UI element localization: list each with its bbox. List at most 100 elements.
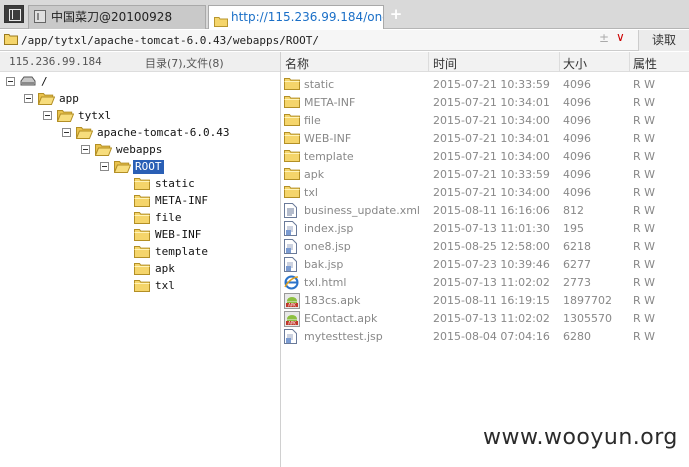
file-name: txl (304, 186, 318, 199)
plus-minus-icon[interactable]: ± (599, 31, 609, 45)
file-name: one8.jsp (304, 240, 351, 253)
file-size: 4096 (563, 96, 591, 109)
file-row[interactable]: WEB-INF 2015-07-21 10:34:01 4096 R W (281, 129, 689, 147)
collapse-toggle[interactable] (6, 77, 15, 86)
file-time: 2015-07-13 11:01:30 (433, 222, 550, 235)
file-attr: R W (633, 78, 656, 91)
tree-node[interactable]: app (24, 91, 275, 108)
file-attr: R W (633, 294, 656, 307)
file-attr: R W (633, 114, 656, 127)
window-icon (34, 10, 46, 23)
app-menu-button[interactable] (4, 5, 24, 23)
file-row[interactable]: static 2015-07-21 10:33:59 4096 R W (281, 75, 689, 93)
chevron-down-icon[interactable]: ∨ (616, 30, 625, 44)
tree-node-label: META-INF (155, 194, 208, 207)
file-attr: R W (633, 240, 656, 253)
file-size: 4096 (563, 186, 591, 199)
file-name: META-INF (304, 96, 356, 109)
file-row[interactable]: bak.jsp 2015-07-23 10:39:46 6277 R W (281, 255, 689, 273)
file-name: file (304, 114, 321, 127)
file-size: 1897702 (563, 294, 612, 307)
tree-node[interactable]: tytxl (43, 108, 275, 125)
tree-node[interactable]: file (118, 210, 275, 227)
file-row[interactable]: META-INF 2015-07-21 10:34:01 4096 R W (281, 93, 689, 111)
file-size: 4096 (563, 78, 591, 91)
file-attr: R W (633, 150, 656, 163)
file-name: template (304, 150, 354, 163)
file-time: 2015-07-23 10:39:46 (433, 258, 550, 271)
column-divider (559, 52, 560, 72)
file-attr: R W (633, 204, 656, 217)
read-button[interactable]: 读取 (638, 30, 689, 51)
file-time: 2015-07-13 11:02:02 (433, 312, 550, 325)
collapse-toggle[interactable] (43, 111, 52, 120)
tree-node[interactable]: apk (118, 261, 275, 278)
file-row[interactable]: APK 183cs.apk 2015-08-11 16:19:15 1897702 R … (281, 291, 689, 309)
file-time: 2015-07-21 10:34:00 (433, 186, 550, 199)
file-time: 2015-07-21 10:34:01 (433, 96, 550, 109)
file-time: 2015-07-21 10:34:00 (433, 114, 550, 127)
tree-node-label: / (41, 75, 48, 88)
folder-icon (134, 211, 150, 227)
host-ip: 115.236.99.184 (9, 55, 102, 68)
folder-icon (284, 131, 300, 147)
file-row[interactable]: APK EContact.apk 2015-07-13 11:02:02 130557… (281, 309, 689, 327)
folder-icon (214, 12, 228, 29)
drive-icon (20, 75, 36, 90)
file-size: 2773 (563, 276, 591, 289)
file-row[interactable]: one8.jsp 2015-08-25 12:58:00 6218 R W (281, 237, 689, 255)
folder-icon (134, 279, 150, 295)
file-row[interactable]: apk 2015-07-21 10:33:59 4096 R W (281, 165, 689, 183)
tree-node[interactable]: META-INF (118, 193, 275, 210)
collapse-toggle[interactable] (81, 145, 90, 154)
file-name: apk (304, 168, 325, 181)
folder-icon (284, 185, 300, 201)
file-row[interactable]: mytesttest.jsp 2015-08-04 07:04:16 6280 R W (281, 327, 689, 345)
jsp-file-icon (284, 329, 297, 347)
tree-node-label: app (59, 92, 79, 105)
column-header-name[interactable]: 名称 (285, 55, 309, 72)
file-size: 4096 (563, 150, 591, 163)
folder-icon (284, 77, 300, 93)
collapse-toggle[interactable] (100, 162, 109, 171)
svg-text:APK: APK (288, 302, 296, 307)
file-size: 6218 (563, 240, 591, 253)
file-row[interactable]: txl 2015-07-21 10:34:00 4096 R W (281, 183, 689, 201)
file-row[interactable]: txl.html 2015-07-13 11:02:02 2773 R W (281, 273, 689, 291)
tree-node[interactable]: template (118, 244, 275, 261)
column-header-time[interactable]: 时间 (433, 55, 457, 72)
tree-node[interactable]: txl (118, 278, 275, 295)
file-row[interactable]: template 2015-07-21 10:34:00 4096 R W (281, 147, 689, 165)
folder-icon (284, 149, 300, 165)
file-time: 2015-07-21 10:34:00 (433, 150, 550, 163)
file-size: 4096 (563, 114, 591, 127)
path-input[interactable] (21, 32, 637, 49)
tree-node[interactable]: / (6, 74, 275, 91)
file-name: WEB-INF (304, 132, 352, 145)
folder-icon (284, 113, 300, 129)
file-row[interactable]: index.jsp 2015-07-13 11:01:30 195 R W (281, 219, 689, 237)
folder-icon (134, 262, 150, 278)
folder-icon (284, 95, 300, 111)
new-tab-button[interactable]: + (389, 7, 403, 22)
tree-node[interactable]: apache-tomcat-6.0.43 (62, 125, 275, 142)
address-bar: ± ∨ 读取 (0, 30, 689, 51)
tab-caidao[interactable]: 中国菜刀@20100928 (28, 5, 206, 29)
collapse-toggle[interactable] (24, 94, 33, 103)
file-list: static 2015-07-21 10:33:59 4096 R W META-INF… (281, 72, 689, 362)
file-row[interactable]: business_update.xml 2015-08-11 16:16:06 81… (281, 201, 689, 219)
file-attr: R W (633, 312, 656, 325)
folder-icon (4, 33, 18, 48)
column-header-size[interactable]: 大小 (563, 55, 587, 72)
file-size: 195 (563, 222, 584, 235)
tree-node[interactable]: webapps (81, 142, 275, 159)
tab-shell-url[interactable]: http://115.236.99.184/one8.jsp (208, 5, 384, 29)
file-row[interactable]: file 2015-07-21 10:34:00 4096 R W (281, 111, 689, 129)
tree-node[interactable]: ROOT (100, 159, 275, 176)
tree-node[interactable]: WEB-INF (118, 227, 275, 244)
tree-node[interactable]: static (118, 176, 275, 193)
file-list-header: 名称 时间 大小 属性 (281, 52, 689, 72)
collapse-toggle[interactable] (62, 128, 71, 137)
file-name: business_update.xml (304, 204, 420, 217)
column-header-attr[interactable]: 属性 (633, 55, 657, 72)
